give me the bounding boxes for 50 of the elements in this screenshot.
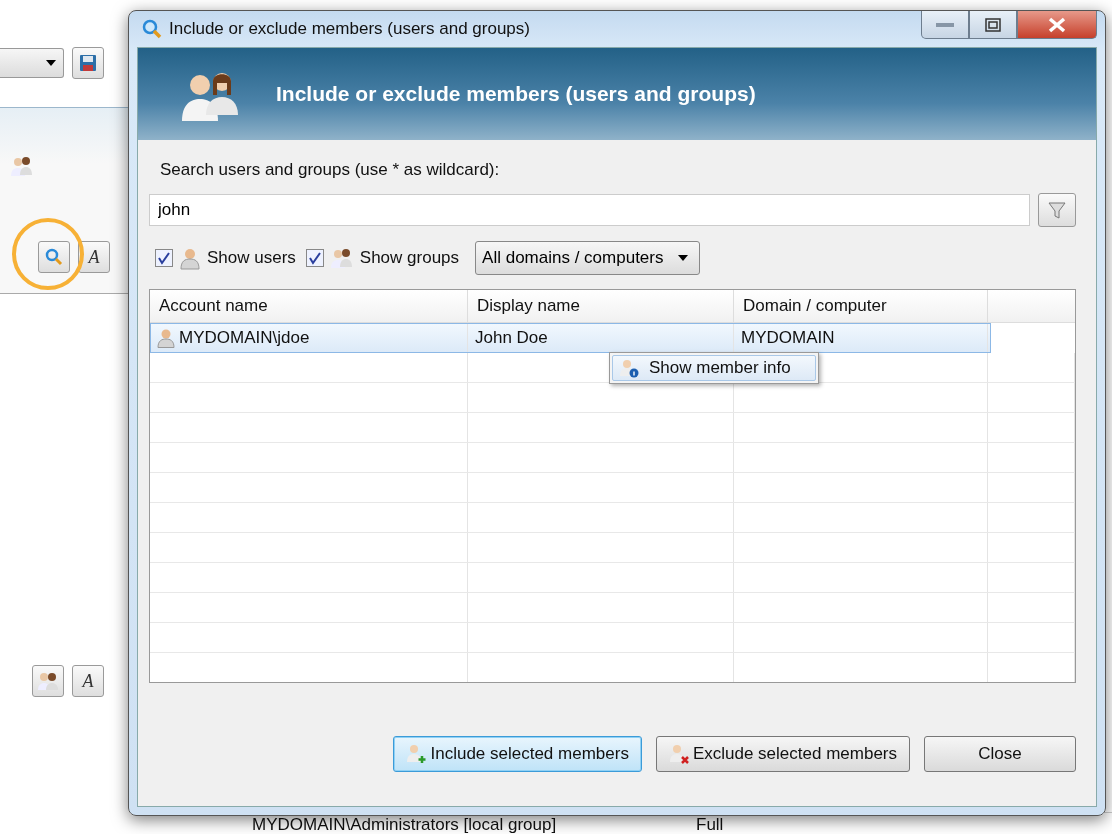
search-icon	[45, 248, 63, 266]
table-cell: John Doe	[475, 327, 548, 348]
user-icon	[157, 327, 175, 348]
user-info-icon	[619, 358, 639, 378]
search-field[interactable]: john	[149, 194, 1030, 226]
checkbox[interactable]	[305, 249, 324, 267]
filter-label: Show users	[207, 248, 296, 268]
column-header[interactable]: Display name	[468, 290, 734, 322]
maximize-button[interactable]	[969, 11, 1017, 39]
add-user-icon	[406, 743, 429, 765]
maximize-icon	[985, 17, 1001, 32]
table-cell: MYDOMAIN	[741, 327, 835, 348]
close-button[interactable]: Close	[924, 736, 1076, 772]
close-icon	[1047, 16, 1067, 33]
check-icon	[307, 251, 322, 265]
save-button[interactable]	[72, 47, 104, 79]
header-title: Include or exclude members (users and groups)	[276, 82, 756, 106]
remove-user-icon	[668, 743, 691, 765]
search-icon	[141, 18, 163, 40]
access-text: Full	[696, 815, 724, 834]
minimize-button[interactable]	[921, 11, 969, 39]
search-button[interactable]	[38, 241, 70, 273]
users-icon	[10, 155, 34, 177]
minimize-icon	[936, 22, 954, 27]
filter-label: Show groups	[359, 248, 460, 268]
include-button[interactable]: Include selected members	[393, 736, 642, 772]
users-icon	[37, 671, 59, 691]
save-icon	[79, 54, 97, 72]
format-button[interactable]: A	[72, 665, 104, 697]
caret-icon	[677, 254, 690, 262]
exclude-button[interactable]: Exclude selected members	[655, 736, 910, 772]
users-icon	[329, 247, 354, 269]
highlight-circle	[12, 218, 84, 290]
column-header[interactable]: Account name	[150, 290, 468, 322]
funnel-icon	[1048, 200, 1066, 220]
checkbox[interactable]	[155, 249, 173, 267]
window-title: Include or exclude members (users and groups)	[169, 19, 531, 39]
user-icon	[179, 246, 201, 270]
group-button[interactable]	[32, 665, 64, 697]
list-item-text: MYDOMAIN\Administrators [local group]	[252, 815, 558, 834]
table-cell: MYDOMAIN\jdoe	[179, 327, 310, 348]
dropdown[interactable]	[0, 48, 64, 78]
column-header[interactable]: Domain / computer	[734, 290, 988, 322]
close-button[interactable]	[1017, 11, 1097, 39]
caret-icon	[45, 59, 57, 67]
check-icon	[157, 251, 171, 265]
search-label: Search users and groups (use * as wildcard):	[160, 160, 501, 180]
domain-dropdown[interactable]: All domains / computers	[475, 241, 701, 275]
table-row[interactable]: MYDOMAIN\jdoe John Doe MYDOMAIN	[150, 323, 991, 353]
filter-button[interactable]	[1038, 193, 1076, 227]
